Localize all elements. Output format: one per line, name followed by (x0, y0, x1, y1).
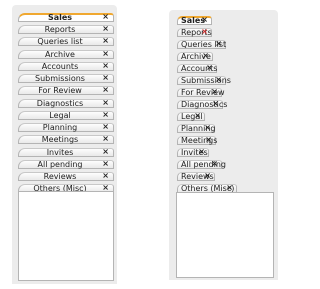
left-tab-sales[interactable]: Sales × (18, 13, 114, 22)
close-icon[interactable]: × (102, 160, 109, 168)
tab-label: Archive (45, 51, 75, 59)
left-tab-all-pending[interactable]: All pending × (18, 160, 114, 169)
left-tab-archive[interactable]: Archive × (18, 50, 114, 59)
close-icon[interactable]: × (211, 88, 218, 96)
tab-label: Reviews (43, 173, 77, 181)
close-icon[interactable]: × (102, 123, 109, 131)
close-icon[interactable]: × (102, 86, 109, 94)
close-icon[interactable]: × (102, 50, 109, 58)
tab-label: Legal (49, 112, 71, 120)
right-tab-planning[interactable]: Planning × (177, 124, 215, 133)
right-tab-queries-list[interactable]: Queries list × (177, 40, 226, 49)
close-icon[interactable]: × (102, 37, 109, 45)
close-icon[interactable]: × (215, 76, 222, 84)
left-tab-legal[interactable]: Legal × (18, 111, 114, 120)
left-tab-panel: Sales × Reports × Queries list × Archive × Accou… (12, 5, 117, 284)
close-icon[interactable]: × (212, 100, 219, 108)
close-icon[interactable]: × (102, 172, 109, 180)
close-icon[interactable]: × (102, 111, 109, 119)
right-tab-for-review[interactable]: For Review × (177, 88, 225, 97)
tab-label: For Review (38, 87, 82, 95)
close-icon[interactable]: × (102, 62, 109, 70)
right-tab-legal[interactable]: Legal × (177, 112, 205, 121)
left-tab-queries-list[interactable]: Queries list × (18, 37, 114, 46)
left-tab-reports[interactable]: Reports × (18, 25, 114, 34)
right-tab-panel: Sales × Reports × Queries list × Archive × Accou… (169, 10, 278, 280)
close-icon[interactable]: × (201, 28, 208, 36)
left-tab-reviews[interactable]: Reviews × (18, 172, 114, 181)
left-tab-meetings[interactable]: Meetings × (18, 135, 114, 144)
left-tab-for-review[interactable]: For Review × (18, 86, 114, 95)
right-tab-archive[interactable]: Archive × (177, 52, 213, 61)
close-icon[interactable]: × (194, 112, 201, 120)
close-icon[interactable]: × (102, 13, 109, 21)
close-icon[interactable]: × (206, 64, 213, 72)
close-icon[interactable]: × (102, 74, 109, 82)
close-icon[interactable]: × (198, 148, 205, 156)
tab-label: Submissions (35, 75, 85, 83)
left-tab-accounts[interactable]: Accounts × (18, 62, 114, 71)
left-tab-content-area (18, 191, 114, 281)
close-icon[interactable]: × (211, 160, 218, 168)
tab-label: Sales (47, 14, 73, 22)
close-icon[interactable]: × (102, 135, 109, 143)
tab-label: For Review (181, 88, 225, 97)
close-icon[interactable]: × (204, 172, 211, 180)
right-tab-accounts[interactable]: Accounts × (177, 64, 217, 73)
tab-label: Queries list (37, 38, 83, 46)
left-tab-invites[interactable]: Invites × (18, 148, 114, 157)
close-icon[interactable]: × (226, 184, 233, 192)
close-icon[interactable]: × (205, 136, 212, 144)
close-icon[interactable]: × (102, 25, 109, 33)
left-tab-planning[interactable]: Planning × (18, 123, 114, 132)
left-tab-submissions[interactable]: Submissions × (18, 74, 114, 83)
right-tab-meetings[interactable]: Meetings × (177, 136, 217, 145)
left-tab-diagnostics[interactable]: Diagnostics × (18, 99, 114, 108)
right-tab-submissions[interactable]: Submissions × (177, 76, 231, 85)
tab-label: Invites (46, 149, 74, 157)
close-icon[interactable]: × (201, 16, 208, 24)
tab-label: Planning (42, 124, 78, 132)
tab-label: Meetings (41, 136, 79, 144)
right-tab-all-pending[interactable]: All pending × (177, 160, 226, 169)
tab-label: All pending (37, 161, 83, 169)
right-tab-diagnostics[interactable]: Diagnostics × (177, 100, 227, 109)
right-tab-content-area (176, 192, 274, 278)
close-icon[interactable]: × (102, 148, 109, 156)
tab-label: Submissions (181, 76, 231, 85)
right-tab-reports[interactable]: Reports × (177, 28, 212, 37)
right-tab-sales[interactable]: Sales × (177, 16, 212, 25)
tab-label: Diagnostics (36, 100, 84, 108)
tab-label: All pending (181, 160, 226, 169)
tab-label: Accounts (41, 63, 79, 71)
close-icon[interactable]: × (202, 52, 209, 60)
close-icon[interactable]: × (204, 124, 211, 132)
tab-label: Reports (44, 26, 76, 34)
tab-label: Diagnostics (181, 100, 228, 109)
close-icon[interactable]: × (102, 99, 109, 107)
close-icon[interactable]: × (215, 40, 222, 48)
right-tab-reviews[interactable]: Reviews × (177, 172, 215, 181)
right-tab-invites[interactable]: Invites × (177, 148, 209, 157)
